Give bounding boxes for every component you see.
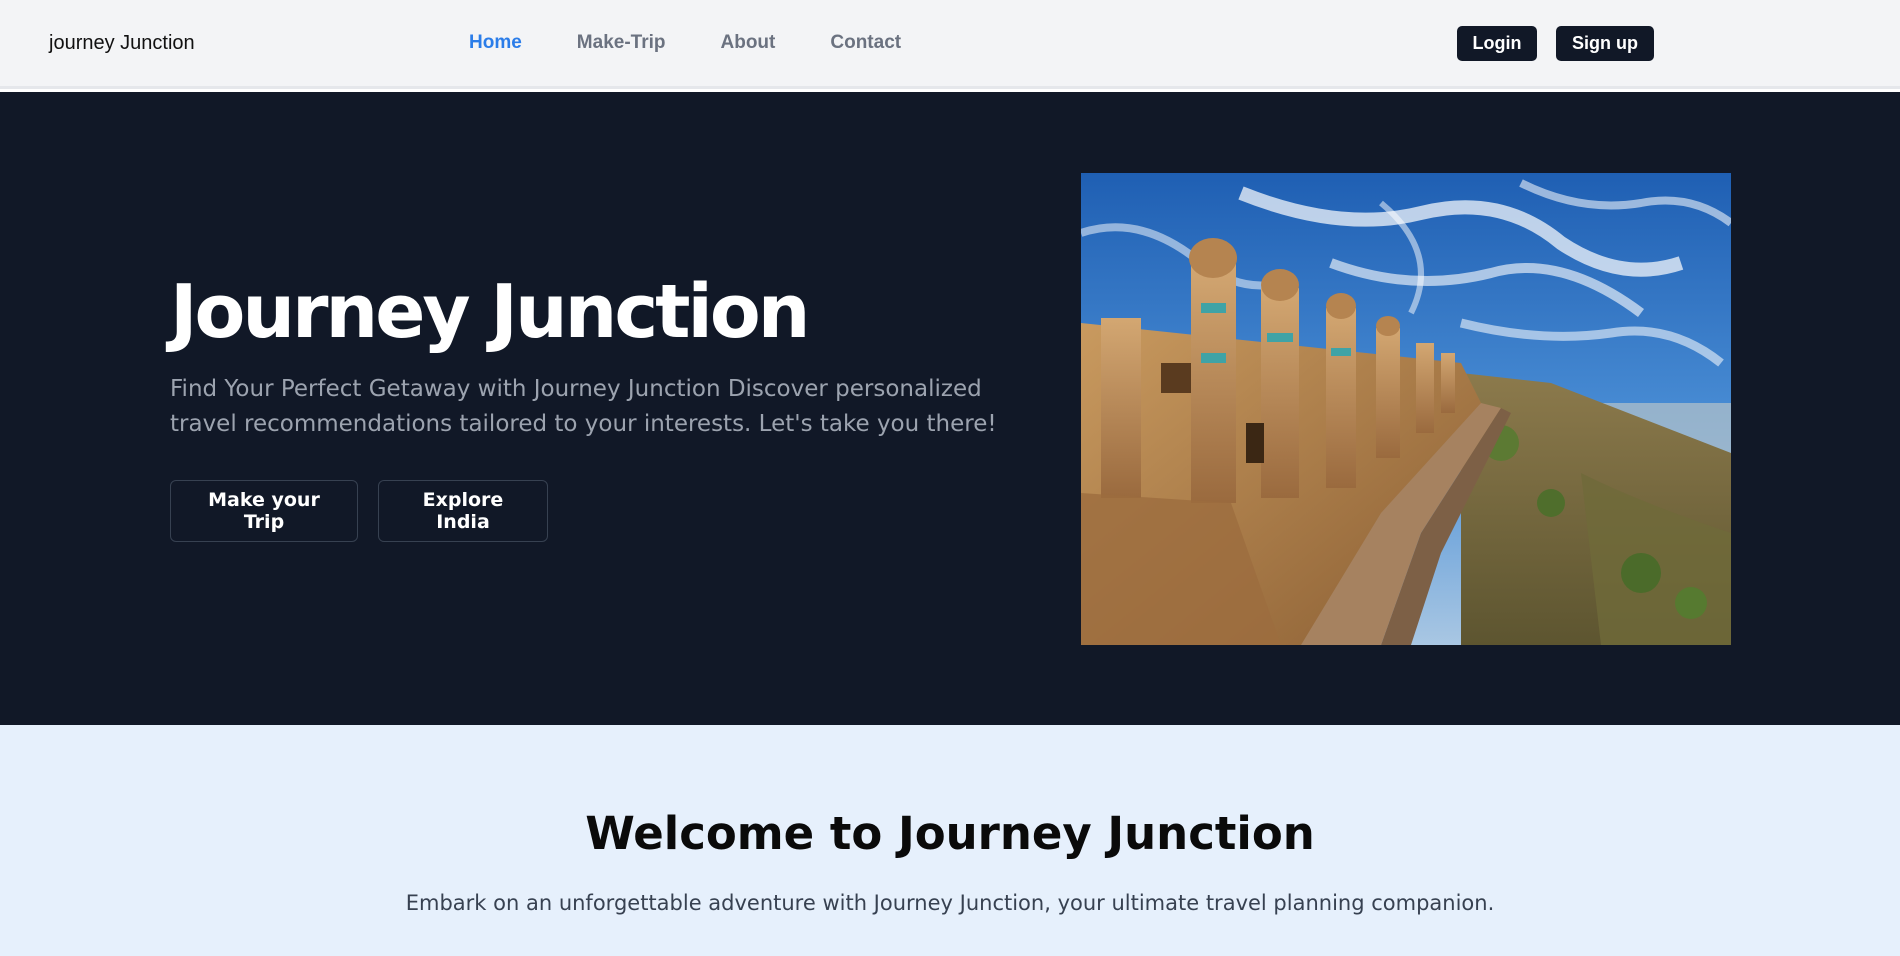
main-nav: Home Make-Trip About Contact <box>469 32 956 54</box>
welcome-title: Welcome to Journey Junction <box>585 807 1315 860</box>
fort-photo <box>1081 173 1731 645</box>
nav-link-make-trip[interactable]: Make-Trip <box>577 32 666 54</box>
hero-subtitle: Find Your Perfect Getaway with Journey J… <box>170 376 997 437</box>
navbar: journey Junction Home Make-Trip About Co… <box>0 0 1900 89</box>
hero-title: Journey Junction <box>170 269 810 355</box>
signup-button[interactable]: Sign up <box>1556 26 1654 61</box>
nav-link-home[interactable]: Home <box>469 32 522 54</box>
welcome-text: Embark on an unforgettable adventure wit… <box>405 891 1495 915</box>
welcome-section: Welcome to Journey Junction Embark on an… <box>0 725 1900 956</box>
nav-link-about[interactable]: About <box>721 32 776 54</box>
make-trip-button[interactable]: Make your Trip <box>170 480 358 542</box>
brand-logo-text[interactable]: journey Junction <box>49 32 195 55</box>
nav-link-contact[interactable]: Contact <box>830 32 901 54</box>
explore-india-button[interactable]: Explore India <box>378 480 548 542</box>
login-button[interactable]: Login <box>1457 26 1537 61</box>
hero-section: Journey Junction Find Your Perfect Getaw… <box>0 92 1900 725</box>
